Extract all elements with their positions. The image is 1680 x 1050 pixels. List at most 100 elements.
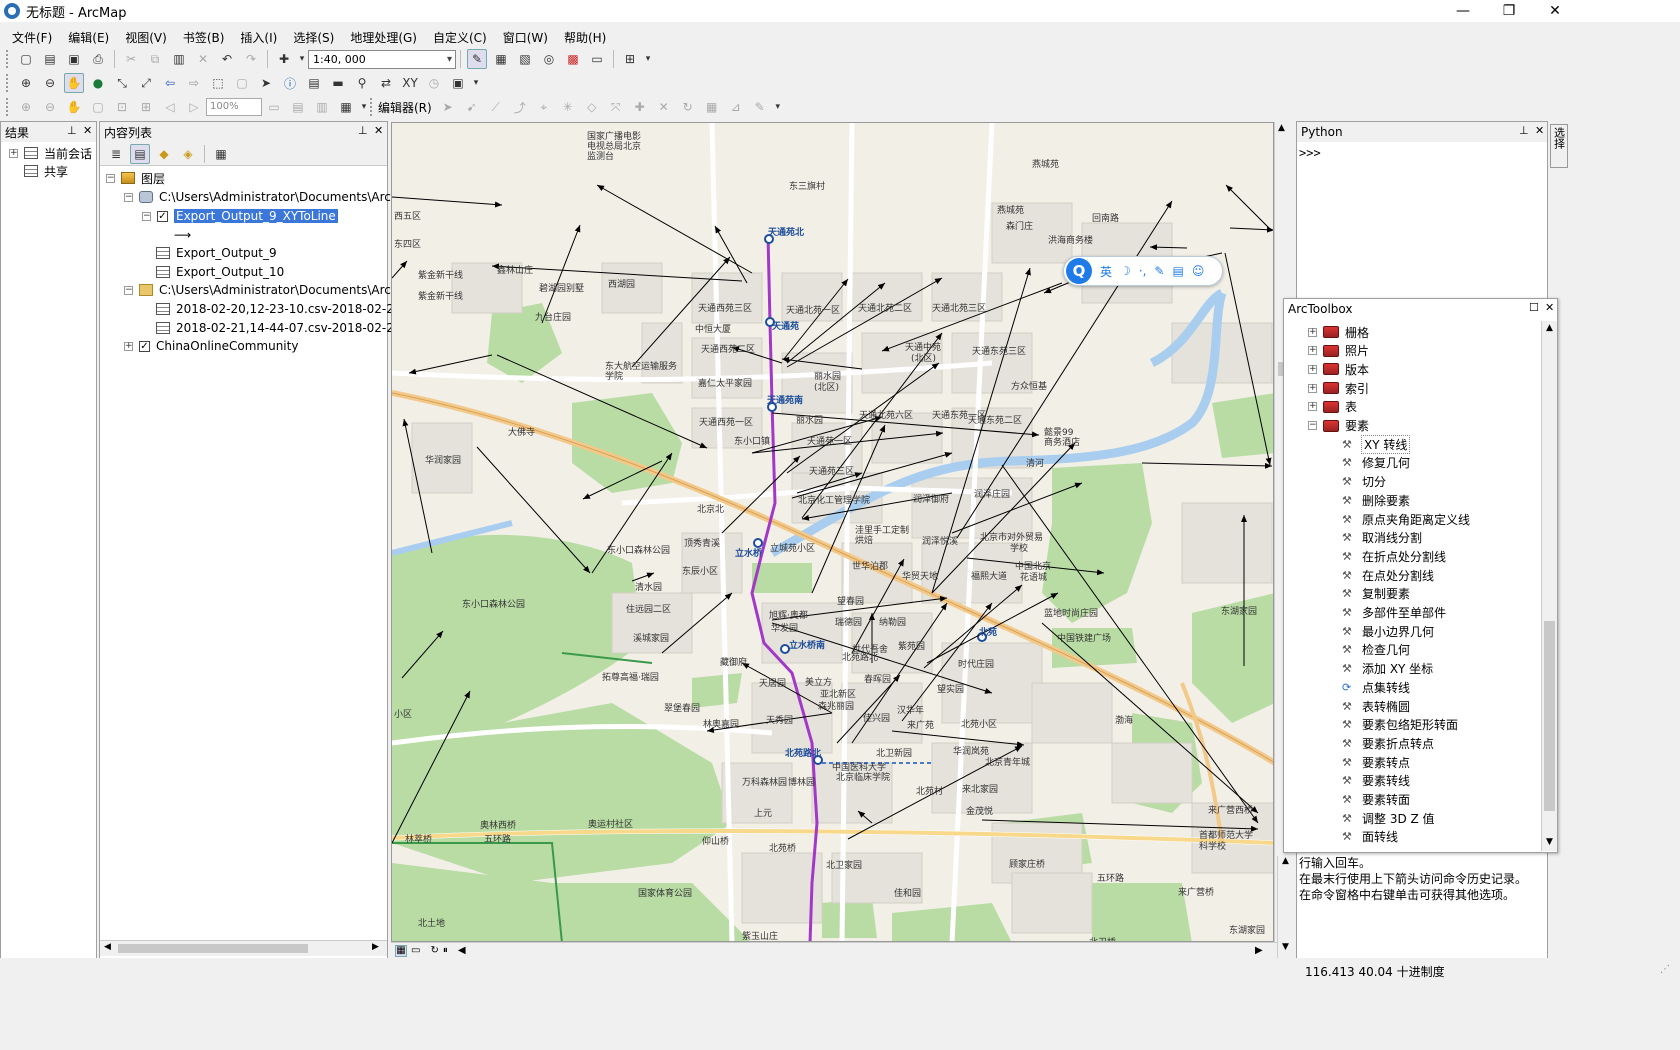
scroll-right-icon[interactable]: ▶ <box>1255 945 1263 956</box>
add-data-icon[interactable]: ✚ <box>274 49 294 69</box>
layout-zoom-out-icon[interactable]: ⊖ <box>40 97 60 117</box>
tool-row[interactable]: ⚒ 最小边界几何 <box>1342 622 1434 640</box>
expand-icon[interactable]: + <box>1308 364 1317 374</box>
pan-icon[interactable]: ✋ <box>64 73 84 93</box>
go-to-xy-icon[interactable]: XY <box>400 73 420 93</box>
time-slider-icon[interactable]: ◷ <box>424 73 444 93</box>
collapse-icon[interactable]: − <box>106 173 115 183</box>
collapse-icon[interactable]: − <box>142 211 151 221</box>
refresh-icon[interactable]: ↻ <box>430 945 438 956</box>
trace-icon[interactable]: ⌖ <box>534 97 554 117</box>
undo-icon[interactable]: ↶ <box>217 49 237 69</box>
catalog-window-icon[interactable]: ▧ <box>515 49 535 69</box>
tool-row[interactable]: ⚒ 多部件至单部件 <box>1342 604 1446 622</box>
tool-row[interactable]: ⚒ 原点夹角距离定义线 <box>1342 510 1470 528</box>
point-icon[interactable]: ✳ <box>558 97 578 117</box>
menu-edit[interactable]: 编辑(E) <box>60 29 117 46</box>
collapse-icon[interactable]: − <box>124 192 133 202</box>
tool-row[interactable]: ⚒ 在点处分割线 <box>1342 566 1434 584</box>
cut-icon[interactable]: ✂ <box>121 49 141 69</box>
html-popup-icon[interactable]: ▤ <box>304 73 324 93</box>
menu-geoprocessing[interactable]: 地理处理(G) <box>342 29 425 46</box>
close-icon[interactable]: ✕ <box>83 124 92 137</box>
find-icon[interactable]: ⚲ <box>352 73 372 93</box>
results-current-session[interactable]: + 当前会话 <box>9 144 92 162</box>
menu-customize[interactable]: 自定义(C) <box>425 29 495 46</box>
expand-icon[interactable]: + <box>1308 402 1317 412</box>
scroll-thumb[interactable] <box>118 944 308 953</box>
attributes-icon[interactable]: ▦ <box>702 97 722 117</box>
maximize-button[interactable]: ❐ <box>1486 0 1532 22</box>
collapse-icon[interactable]: − <box>1308 421 1317 430</box>
list-by-source-icon[interactable]: ▤ <box>130 143 150 164</box>
edit-annotation-icon[interactable]: ➹ <box>462 97 482 117</box>
change-layout-icon[interactable]: ▥ <box>312 97 332 117</box>
fixed-zoom-out-icon[interactable]: ⤢ <box>136 73 156 93</box>
tool-row[interactable]: ⟳ 点集转线 <box>1342 678 1410 696</box>
layout-back-icon[interactable]: ◁ <box>160 97 180 117</box>
expand-icon[interactable]: + <box>124 341 133 351</box>
close-icon[interactable]: ✕ <box>1535 124 1544 137</box>
edit-vertices-icon[interactable]: ◇ <box>582 97 602 117</box>
scroll-right-icon[interactable]: ▶ <box>372 942 379 952</box>
toolset-row[interactable]: + 表 <box>1308 398 1357 416</box>
toolbar-options-icon[interactable]: ▾ <box>472 73 480 93</box>
menu-windows[interactable]: 窗口(W) <box>495 29 556 46</box>
menu-bookmarks[interactable]: 书签(B) <box>175 29 233 46</box>
scroll-left-icon[interactable]: ◀ <box>458 945 466 956</box>
collapse-icon[interactable]: − <box>124 285 133 295</box>
zoom-in-icon[interactable]: ⊕ <box>16 73 36 93</box>
list-by-selection-icon[interactable]: ◈ <box>178 144 198 164</box>
tool-row[interactable]: ⚒ 复制要素 <box>1342 585 1410 603</box>
toolset-row[interactable]: + 栅格 <box>1308 323 1369 341</box>
tool-row[interactable]: ⚒ 要素转点 <box>1342 753 1410 771</box>
forward-extent-icon[interactable]: ⇨ <box>184 73 204 93</box>
cut-polygons-icon[interactable]: ✚ <box>630 97 650 117</box>
toc-folder-row[interactable]: − C:\Users\Administrator\Documents\ArcGI <box>124 188 404 206</box>
focus-data-frame-icon[interactable]: ▤ <box>288 97 308 117</box>
tool-row[interactable]: ⚒ 切分 <box>1342 473 1386 491</box>
side-tab-selection[interactable]: 选择 <box>1550 124 1568 168</box>
zoom-100-icon[interactable]: ⊡ <box>112 97 132 117</box>
resize-grip-icon[interactable]: ⋰ <box>1660 964 1670 975</box>
moon-icon[interactable]: ☽ <box>1120 264 1131 278</box>
tool-row[interactable]: ⚒ 要素包络矩形转面 <box>1342 716 1458 734</box>
toolset-row[interactable]: + 索引 <box>1308 379 1369 397</box>
pause-drawing-icon[interactable]: ⏸ <box>443 945 448 956</box>
map-view[interactable]: 国家广播电影 电视总局北京 监测台 燕城苑 东三旗村 西五区 燕城苑 森门庄 回南路 天通苑北 东四… <box>391 122 1274 942</box>
editor-toolbar-icon[interactable]: ✎ <box>467 49 487 69</box>
layer-visibility-checkbox[interactable]: ✓ <box>139 340 150 352</box>
identify-icon[interactable]: ⓘ <box>280 73 300 93</box>
ime-toolbar[interactable]: Q 英 ☽ ·, ✎ ▤ ☺ <box>1063 256 1223 286</box>
clipboard-icon[interactable]: ▤ <box>1172 264 1183 278</box>
tool-row[interactable]: ⚒ 删除要素 <box>1342 491 1410 509</box>
toggle-draft-icon[interactable]: ▭ <box>264 97 284 117</box>
toolbar-options-icon[interactable]: ▾ <box>360 97 368 117</box>
end-point-arc-icon[interactable]: ⤴ <box>510 97 530 117</box>
arctoolbox-icon[interactable]: ▩ <box>563 49 583 69</box>
toolbar-grip[interactable] <box>6 50 10 68</box>
arctoolbox-scrollbar[interactable]: ▲ ▼ <box>1541 321 1557 851</box>
list-by-visibility-icon[interactable]: ◆ <box>154 144 174 164</box>
print-icon[interactable]: ⎙ <box>88 49 108 69</box>
find-route-icon[interactable]: ⇄ <box>376 73 396 93</box>
expand-icon[interactable]: + <box>1308 346 1317 356</box>
layout-pan-icon[interactable]: ✋ <box>64 97 84 117</box>
paste-icon[interactable]: ▥ <box>169 49 189 69</box>
full-extent-icon[interactable]: ● <box>88 73 108 93</box>
clear-selection-icon[interactable]: ▢ <box>232 73 252 93</box>
tool-row[interactable]: ⚒ 调整 3D Z 值 <box>1342 809 1435 827</box>
layout-fixed-zoom-icon[interactable]: ⊞ <box>136 97 156 117</box>
layout-forward-icon[interactable]: ▷ <box>184 97 204 117</box>
scroll-up-icon[interactable]: ▲ <box>1278 123 1285 133</box>
tool-row[interactable]: ⚒ 要素转线 <box>1342 772 1410 790</box>
toc-layer-row[interactable]: − ✓ Export_Output_9_XYToLine <box>142 207 338 225</box>
select-elements-icon[interactable]: ➤ <box>256 73 276 93</box>
sketch-properties-icon[interactable]: ⊿ <box>726 97 746 117</box>
expand-icon[interactable]: + <box>9 148 18 158</box>
scroll-left-icon[interactable]: ◀ <box>104 942 111 952</box>
toc-options-icon[interactable]: ▦ <box>211 144 231 164</box>
model-builder-icon[interactable]: ⊞ <box>620 49 640 69</box>
create-features-icon[interactable]: ✎ <box>750 97 770 117</box>
zoom-out-icon[interactable]: ⊖ <box>40 73 60 93</box>
